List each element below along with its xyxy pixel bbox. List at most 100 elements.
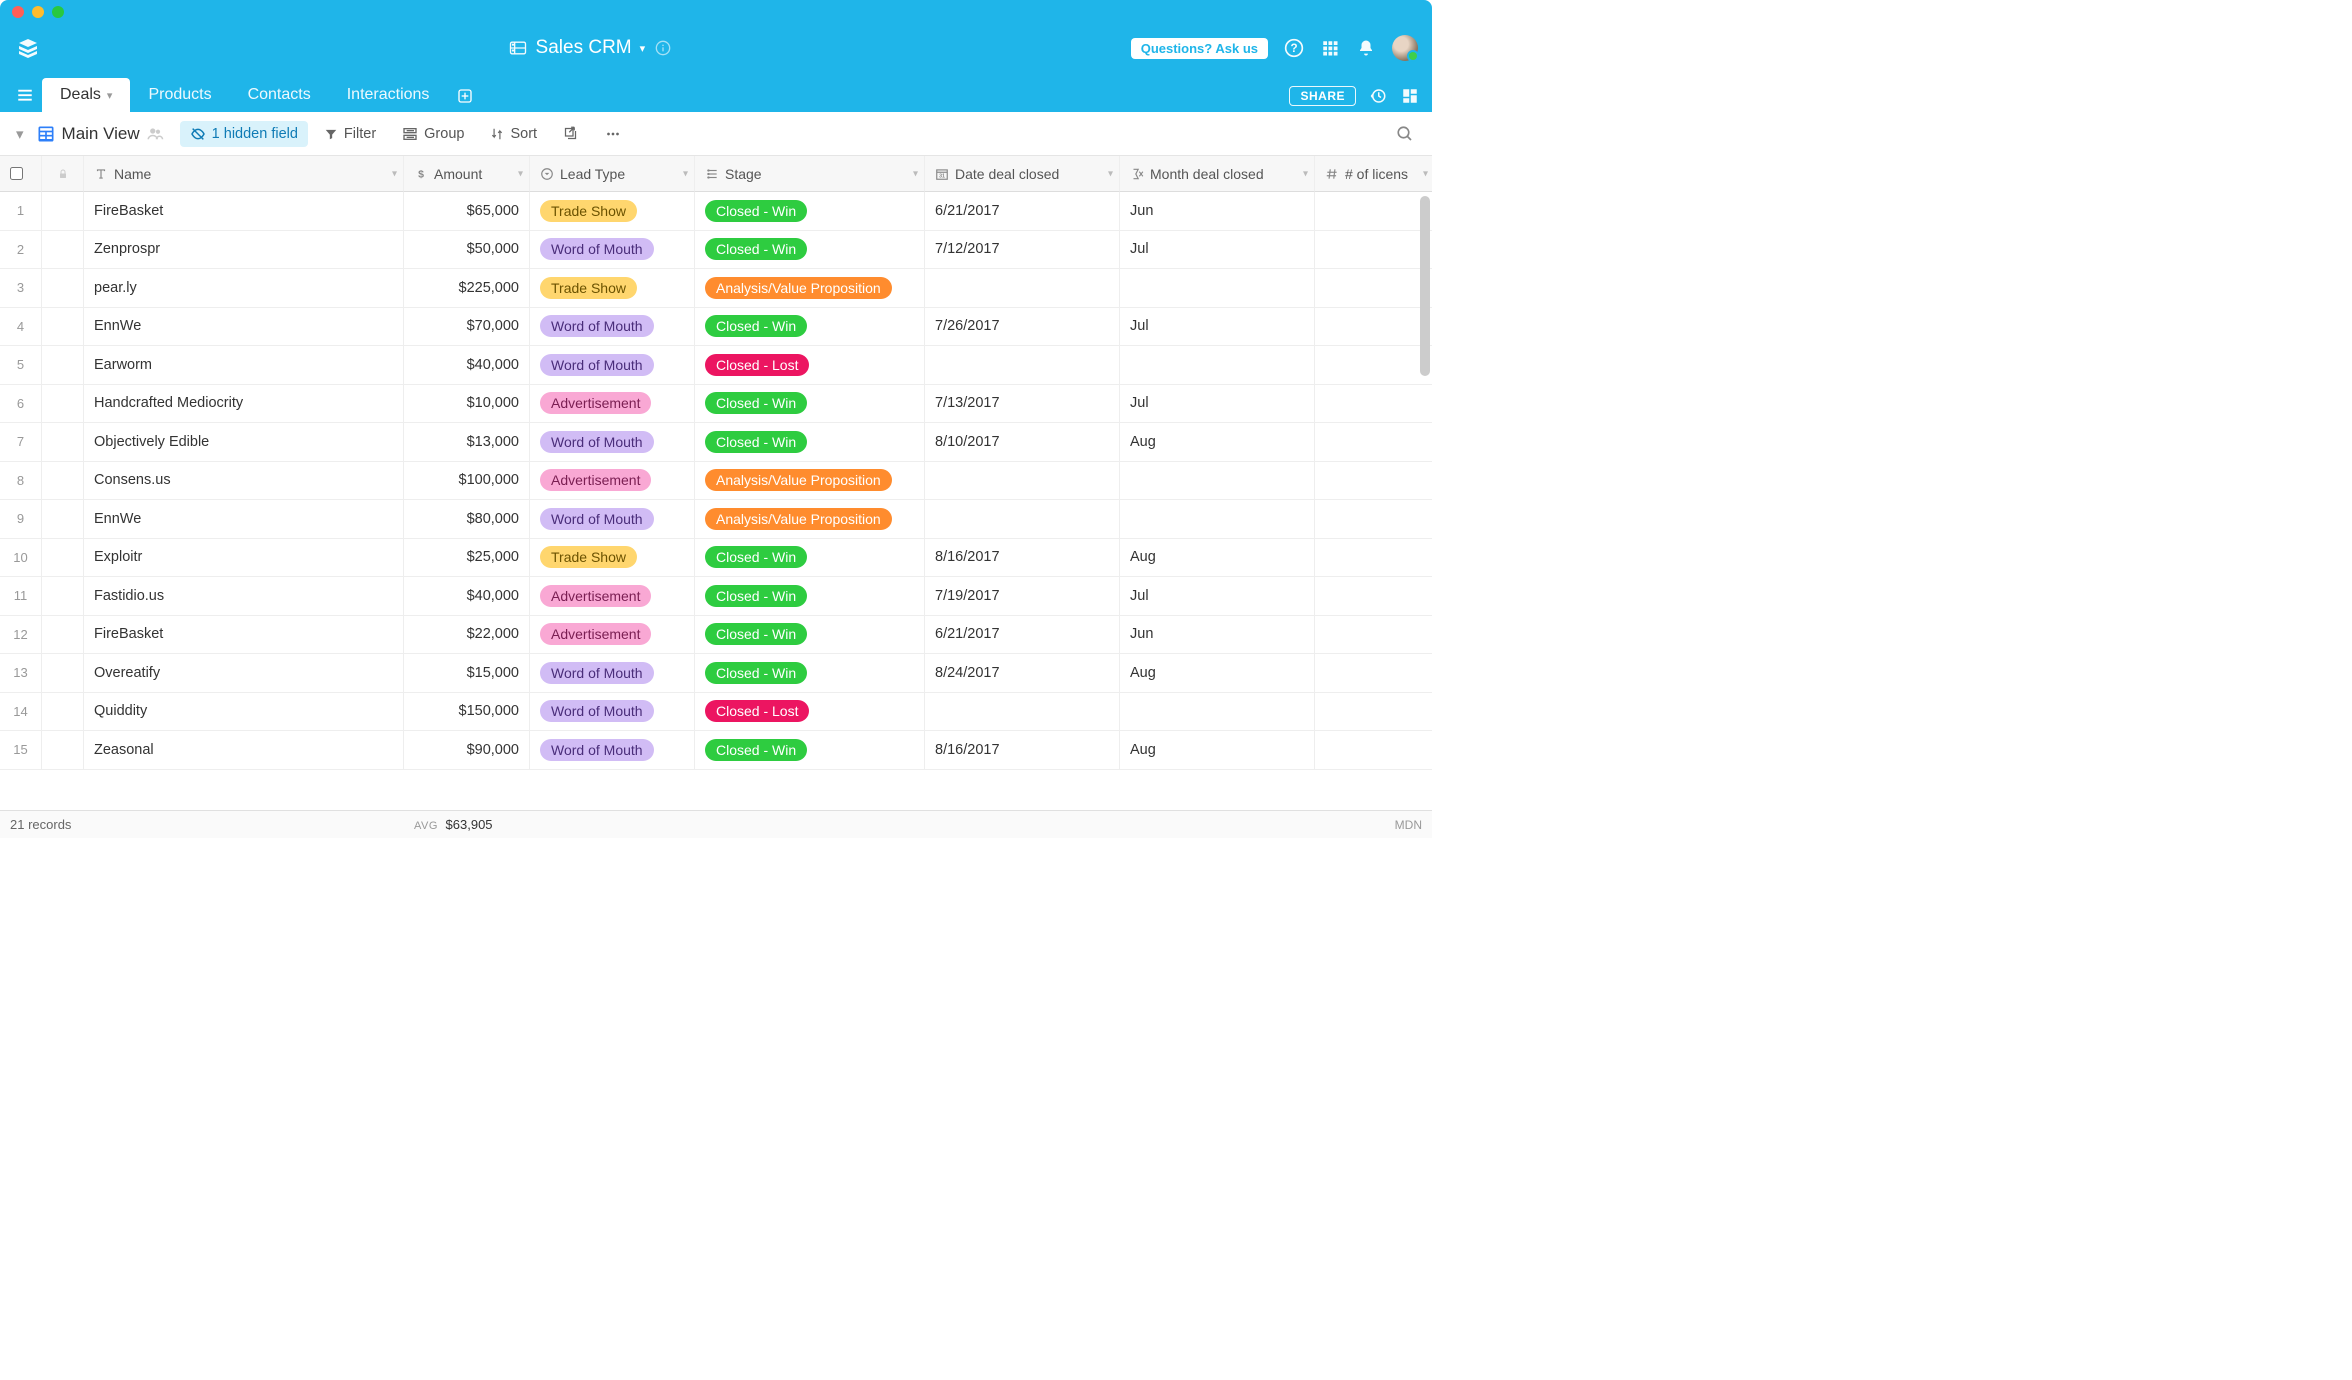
cell-month-closed[interactable]: Aug [1120, 539, 1315, 578]
cell-licenses[interactable] [1315, 231, 1432, 270]
cell-amount[interactable]: $22,000 [404, 616, 530, 655]
vertical-scrollbar[interactable] [1420, 196, 1430, 376]
row-number[interactable]: 5 [0, 346, 42, 385]
cell-month-closed[interactable]: Jul [1120, 308, 1315, 347]
cell-lead-type[interactable]: Word of Mouth [530, 423, 695, 462]
cell-name[interactable]: Earworm [84, 346, 404, 385]
cell-amount[interactable]: $65,000 [404, 192, 530, 231]
cell-date-closed[interactable] [925, 462, 1120, 501]
cell-stage[interactable]: Closed - Win [695, 616, 925, 655]
cell-amount[interactable]: $10,000 [404, 385, 530, 424]
cell-stage[interactable]: Closed - Win [695, 308, 925, 347]
cell-lead-type[interactable]: Advertisement [530, 577, 695, 616]
app-logo-icon[interactable] [14, 34, 42, 62]
cell-name[interactable]: pear.ly [84, 269, 404, 308]
cell-month-closed[interactable]: Jun [1120, 616, 1315, 655]
cell-date-closed[interactable]: 8/16/2017 [925, 731, 1120, 770]
record-count[interactable]: 21 records [10, 817, 414, 832]
row-number[interactable]: 11 [0, 577, 42, 616]
cell-stage[interactable]: Closed - Win [695, 423, 925, 462]
cell-name[interactable]: Exploitr [84, 539, 404, 578]
cell-name[interactable]: Zeasonal [84, 731, 404, 770]
cell-month-closed[interactable] [1120, 693, 1315, 732]
cell-stage[interactable]: Analysis/Value Proposition [695, 462, 925, 501]
group-button[interactable]: Group [392, 121, 474, 147]
cell-lead-type[interactable]: Word of Mouth [530, 308, 695, 347]
row-number[interactable]: 12 [0, 616, 42, 655]
cell-amount[interactable]: $25,000 [404, 539, 530, 578]
cell-lead-type[interactable]: Trade Show [530, 192, 695, 231]
row-expand-cell[interactable] [42, 269, 84, 308]
cell-licenses[interactable] [1315, 616, 1432, 655]
cell-name[interactable]: FireBasket [84, 192, 404, 231]
cell-licenses[interactable] [1315, 500, 1432, 539]
base-dropdown-icon[interactable]: ▾ [640, 42, 646, 55]
cell-stage[interactable]: Analysis/Value Proposition [695, 500, 925, 539]
view-switcher[interactable]: Main View [34, 119, 174, 149]
sidebar-toggle-icon[interactable] [12, 86, 42, 112]
row-number[interactable]: 10 [0, 539, 42, 578]
cell-amount[interactable]: $90,000 [404, 731, 530, 770]
cell-licenses[interactable] [1315, 462, 1432, 501]
cell-date-closed[interactable] [925, 269, 1120, 308]
cell-lead-type[interactable]: Word of Mouth [530, 654, 695, 693]
cell-licenses[interactable] [1315, 731, 1432, 770]
row-number[interactable]: 6 [0, 385, 42, 424]
cell-date-closed[interactable] [925, 693, 1120, 732]
cell-licenses[interactable] [1315, 269, 1432, 308]
cell-licenses[interactable] [1315, 192, 1432, 231]
cell-lead-type[interactable]: Trade Show [530, 539, 695, 578]
filter-button[interactable]: Filter [314, 121, 386, 147]
column-header-date-deal-closed[interactable]: 31Date deal closed▾ [925, 156, 1120, 192]
row-number[interactable]: 1 [0, 192, 42, 231]
row-expand-cell[interactable] [42, 731, 84, 770]
cell-date-closed[interactable]: 6/21/2017 [925, 192, 1120, 231]
hidden-fields-button[interactable]: 1 hidden field [180, 121, 308, 147]
cell-lead-type[interactable]: Trade Show [530, 269, 695, 308]
row-expand-cell[interactable] [42, 308, 84, 347]
cell-date-closed[interactable] [925, 500, 1120, 539]
row-number[interactable]: 4 [0, 308, 42, 347]
row-number[interactable]: 3 [0, 269, 42, 308]
row-expand-cell[interactable] [42, 385, 84, 424]
cell-month-closed[interactable]: Jul [1120, 577, 1315, 616]
cell-stage[interactable]: Analysis/Value Proposition [695, 269, 925, 308]
view-list-toggle-icon[interactable]: ▾ [12, 125, 28, 143]
apps-grid-icon[interactable] [1320, 38, 1340, 58]
cell-month-closed[interactable]: Jun [1120, 192, 1315, 231]
row-expand-cell[interactable] [42, 346, 84, 385]
row-expand-cell[interactable] [42, 462, 84, 501]
cell-lead-type[interactable]: Word of Mouth [530, 346, 695, 385]
cell-lead-type[interactable]: Word of Mouth [530, 500, 695, 539]
close-window-button[interactable] [12, 6, 24, 18]
cell-amount[interactable]: $15,000 [404, 654, 530, 693]
tab-interactions[interactable]: Interactions [329, 78, 448, 112]
cell-month-closed[interactable] [1120, 269, 1315, 308]
cell-lead-type[interactable]: Advertisement [530, 462, 695, 501]
cell-amount[interactable]: $13,000 [404, 423, 530, 462]
cell-date-closed[interactable]: 6/21/2017 [925, 616, 1120, 655]
cell-amount[interactable]: $150,000 [404, 693, 530, 732]
cell-month-closed[interactable] [1120, 346, 1315, 385]
cell-month-closed[interactable]: Aug [1120, 423, 1315, 462]
row-expand-cell[interactable] [42, 693, 84, 732]
minimize-window-button[interactable] [32, 6, 44, 18]
row-expand-cell[interactable] [42, 500, 84, 539]
row-number[interactable]: 14 [0, 693, 42, 732]
cell-lead-type[interactable]: Word of Mouth [530, 731, 695, 770]
cell-month-closed[interactable]: Jul [1120, 231, 1315, 270]
more-options-button[interactable] [594, 120, 632, 148]
tab-products[interactable]: Products [130, 78, 229, 112]
tab-contacts[interactable]: Contacts [230, 78, 329, 112]
cell-stage[interactable]: Closed - Lost [695, 693, 925, 732]
ask-us-button[interactable]: Questions? Ask us [1131, 38, 1268, 59]
cell-date-closed[interactable]: 7/12/2017 [925, 231, 1120, 270]
cell-name[interactable]: Handcrafted Mediocrity [84, 385, 404, 424]
base-title[interactable]: Sales CRM [536, 37, 632, 59]
cell-month-closed[interactable] [1120, 462, 1315, 501]
cell-licenses[interactable] [1315, 654, 1432, 693]
cell-month-closed[interactable] [1120, 500, 1315, 539]
select-all-checkbox[interactable] [0, 156, 42, 192]
cell-date-closed[interactable]: 7/19/2017 [925, 577, 1120, 616]
row-expand-cell[interactable] [42, 231, 84, 270]
